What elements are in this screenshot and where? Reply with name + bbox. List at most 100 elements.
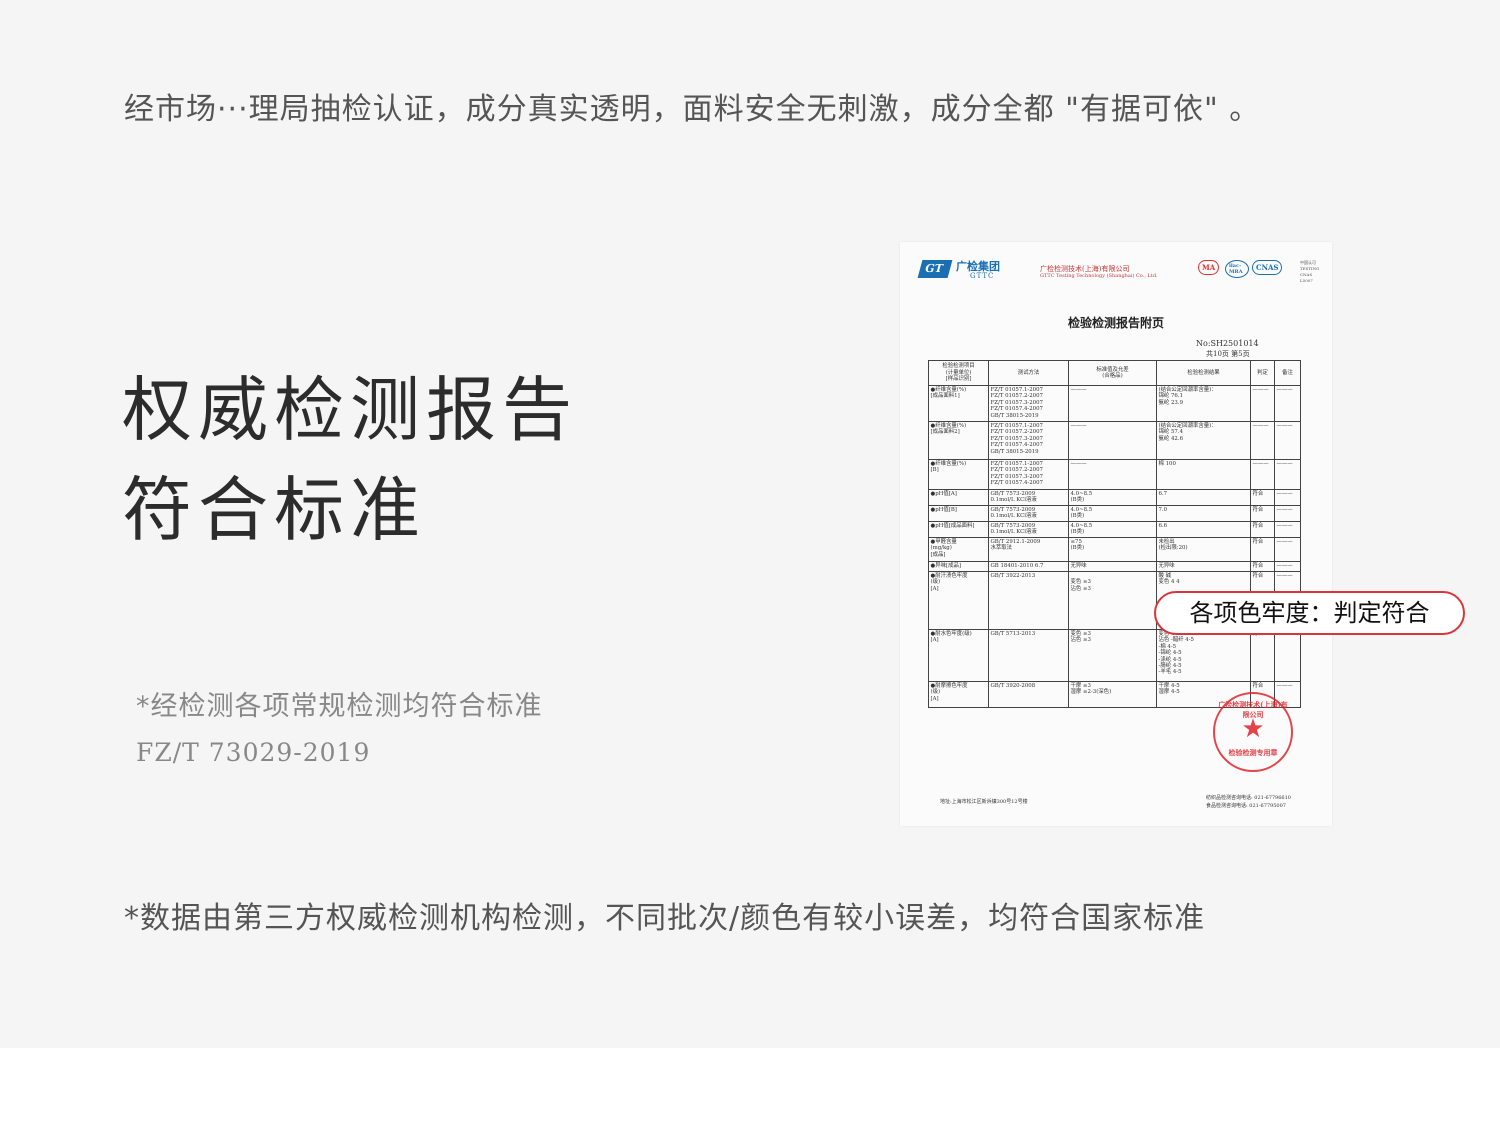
table-cell: GB/T 7573-2009 0.1mol/L KCl溶液 [988, 505, 1069, 522]
table-cell: ——— [1274, 521, 1301, 538]
table-cell: ——— [1274, 537, 1301, 562]
table-cell: ●纤维含量(%) [成品面料2] [928, 421, 989, 460]
table-cell: ●pH值[B] [928, 505, 989, 522]
title-line-2: 符合标准 [122, 469, 426, 551]
company-name-en: GTTC Testing Technology (Shanghai) Co., … [1040, 273, 1158, 279]
table-row: ●纤维含量(%) [B] FZ/T 01057.1-2007 FZ/T 01057… [928, 459, 1301, 490]
table-cell: 无异味 [1068, 561, 1157, 572]
report-header: GT 广检集团 GTTC 广检检测技术(上海)有限公司 GTTC Testing… [917, 258, 1320, 288]
table-cell: 变色 ≥3 沾色 ≥3 [1068, 629, 1157, 682]
table-row: ●纤维含量(%) [成品面料1] FZ/T 01057.1-2007 FZ/T 0… [928, 385, 1301, 422]
table-cell: ●pH值[A] [928, 489, 989, 506]
table-row: ●pH值[B] GB/T 7573-2009 0.1mol/L KCl溶液 4.0~… [928, 505, 1301, 522]
table-cell: 变色 4 沾色 -醋纤 4-5 -棉 4-5 -锦纶 4-5 -涤纶 4-5 -… [1156, 629, 1251, 682]
table-cell: ——— [1068, 421, 1157, 460]
footer-tel-textile: 纺织品检测咨询电话: 021-67796610 [1206, 795, 1291, 801]
table-cell: ——— [1274, 385, 1301, 422]
table-cell: ——— [1274, 629, 1301, 682]
report-footer-phones: 纺织品检测咨询电话: 021-67796610 食品检测咨询电话: 021-67… [1206, 794, 1291, 810]
cnas-number: 中国认可 TESTING CNAS L5007 [1300, 260, 1320, 283]
table-cell: 符合 [1250, 537, 1275, 562]
table-cell: GB/T 7573-2009 0.1mol/L KCl溶液 [988, 521, 1069, 538]
report-table: 检验检测项目 (计量单位) [样品识别] 测试方法 标准值及允差 (合格品) 检… [928, 360, 1301, 708]
column-header: 检验检测结果 [1156, 360, 1251, 386]
table-row: ●pH值[A] GB/T 7573-2009 0.1mol/L KCl溶液 4.0~… [928, 489, 1301, 506]
seal-star-icon: ★ [1241, 714, 1265, 744]
table-cell: ——— [1274, 505, 1301, 522]
table-cell: FZ/T 01057.1-2007 FZ/T 01057.2-2007 FZ/T… [988, 421, 1069, 460]
table-cell: ——— [1250, 459, 1275, 490]
color-fastness-callout: 各项色牢度：判定符合 [1154, 591, 1465, 635]
table-cell: ——— [1250, 421, 1275, 460]
report-number: No:SH2501014 [1196, 339, 1259, 348]
disclaimer-text: *数据由第三方权威检测机构检测，不同批次/颜色有较小误差，均符合国家标准 [124, 901, 1206, 936]
table-cell: ●耐水色牢度(级) [A] [928, 629, 989, 682]
column-header: 备注 [1274, 360, 1301, 386]
table-cell: GB/T 7573-2009 0.1mol/L KCl溶液 [988, 489, 1069, 506]
table-cell: ●耐汗渍色牢度 (级) [A] [928, 571, 989, 630]
content-panel: 经市场···理局抽检认证，成分真实透明，面料安全无刺激，成分全都 "有据可依" … [0, 0, 1500, 1048]
cma-logo-icon: MA [1198, 260, 1220, 275]
table-cell: ——— [1274, 421, 1301, 460]
table-cell: ●纤维含量(%) [B] [928, 459, 989, 490]
table-cell: 6.6 [1156, 521, 1251, 538]
table-cell: (结合公定回潮率含量)： 锦纶 57.4 氨纶 42.6 [1156, 421, 1251, 460]
table-row: ●耐水色牢度(级) [A] GB/T 5713-2013 变色 ≥3 沾色 ≥3 变色… [928, 629, 1301, 682]
table-row: ●甲醛含量 (mg/kg) [成品] GB/T 2912.1-2009 水萃取法 ≤… [928, 537, 1301, 562]
footer-tel-food: 食品检测咨询电话: 021-67795007 [1206, 803, 1286, 809]
intro-text: 经市场···理局抽检认证，成分真实透明，面料安全无刺激，成分全都 "有据可依" … [124, 92, 1261, 127]
table-cell: GB/T 2912.1-2009 水萃取法 [988, 537, 1069, 562]
standard-code: FZ/T 73029-2019 [136, 738, 371, 767]
table-row: ●纤维含量(%) [成品面料2] FZ/T 01057.1-2007 FZ/T 0… [928, 421, 1301, 460]
table-cell: 符合 [1250, 505, 1275, 522]
table-cell: ●耐摩擦色牢度 (级) [A] [928, 681, 989, 708]
report-page-info: 共10页 第5页 [1206, 350, 1250, 358]
table-cell: ●纤维含量(%) [成品面料1] [928, 385, 989, 422]
table-cell: 无异味 [1156, 561, 1251, 572]
table-cell: 棉 100 [1156, 459, 1251, 490]
column-header: 检验检测项目 (计量单位) [样品识别] [928, 360, 989, 386]
table-row: ●异味[成品] GB 18401-2010 6.7 无异味 无异味 符合 ——— [928, 561, 1301, 572]
table-cell: 7.0 [1156, 505, 1251, 522]
official-seal-icon: 广检检测技术(上海)有限公司 ★ 检验检测专用章 [1213, 692, 1293, 772]
column-header: 标准值及允差 (合格品) [1068, 360, 1157, 386]
table-cell: 符合 [1250, 521, 1275, 538]
table-cell: ——— [1250, 385, 1275, 422]
table-cell: ——— [1274, 561, 1301, 572]
group-sub: GTTC [970, 272, 995, 280]
table-row: ●pH值[成品面料] GB/T 7573-2009 0.1mol/L KCl溶液 4… [928, 521, 1301, 538]
table-cell: GB/T 3920-2008 [988, 681, 1069, 708]
title-line-1: 权威检测报告 [122, 369, 578, 451]
table-cell: 符合 [1250, 629, 1275, 682]
report-footer-address: 地址:上海市松江区新浜镇300号12号楼 [940, 799, 1028, 805]
table-cell: ≤75 (B类) [1068, 537, 1157, 562]
table-cell: ●甲醛含量 (mg/kg) [成品] [928, 537, 989, 562]
table-cell: ●pH值[成品面料] [928, 521, 989, 538]
table-cell: GB/T 5713-2013 [988, 629, 1069, 682]
standard-note: *经检测各项常规检测均符合标准 [136, 691, 543, 722]
seal-label: 检验检测专用章 [1228, 748, 1278, 757]
table-cell: 干摩 ≥3 湿摩 ≥2-3(深色) [1068, 681, 1157, 708]
table-cell: ●异味[成品] [928, 561, 989, 572]
table-cell: 符合 [1250, 561, 1275, 572]
table-cell: 4.0~8.5 (B类) [1068, 521, 1157, 538]
test-report-image: GT 广检集团 GTTC 广检检测技术(上海)有限公司 GTTC Testing… [900, 242, 1332, 826]
gttc-logo-icon: GT [917, 260, 953, 278]
table-cell: ——— [1068, 459, 1157, 490]
column-header: 测试方法 [988, 360, 1069, 386]
table-cell: ——— [1068, 385, 1157, 422]
table-cell: 6.7 [1156, 489, 1251, 506]
table-cell: GB 18401-2010 6.7 [988, 561, 1069, 572]
table-cell: ——— [1274, 459, 1301, 490]
table-cell: 变色 ≥3 沾色 ≥3 [1068, 571, 1157, 630]
cnas-logo-icon: CNAS [1252, 260, 1283, 275]
ilac-logo-icon: ilac-MRA [1225, 260, 1249, 278]
table-cell: FZ/T 01057.1-2007 FZ/T 01057.2-2007 FZ/T… [988, 385, 1069, 422]
table-cell: 符合 [1250, 489, 1275, 506]
table-cell: ——— [1274, 489, 1301, 506]
table-cell: 4.0~8.5 (B类) [1068, 489, 1157, 506]
column-header: 判定 [1250, 360, 1275, 386]
report-title: 检验检测报告附页 [1067, 316, 1164, 330]
table-header-row: 检验检测项目 (计量单位) [样品识别] 测试方法 标准值及允差 (合格品) 检… [928, 360, 1301, 386]
table-cell: (结合公定回潮率含量)： 锦纶 76.1 氨纶 23.9 [1156, 385, 1251, 422]
